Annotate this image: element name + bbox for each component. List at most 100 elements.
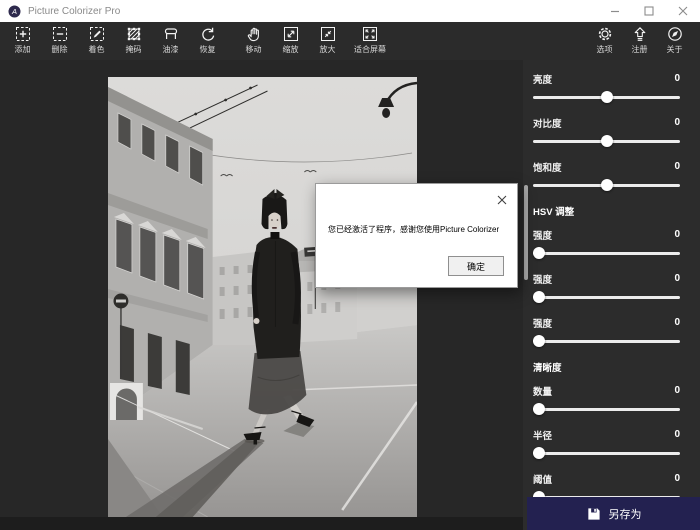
toolbar-group-1: 添加 删除 着色 掩码油漆恢复 xyxy=(4,22,226,55)
app-window: A Picture Colorizer Pro 添加 删除 着色 掩码油漆恢复 移动 缩放… xyxy=(0,0,700,530)
toolbar-button-restore[interactable]: 恢复 xyxy=(189,22,226,55)
slider-track-contrast[interactable] xyxy=(533,135,680,147)
toolbar-label-move: 移动 xyxy=(246,44,262,55)
slider-label-hsv-strength-1: 强度 xyxy=(533,228,552,242)
slider-value-hsv-strength-3: 0 xyxy=(674,317,680,328)
slider-bar-amount xyxy=(533,408,680,411)
toolbar-button-delete[interactable]: 删除 xyxy=(41,22,78,55)
slider-row-amount: 数量 0 xyxy=(533,384,680,397)
slider-thumb-saturation[interactable] xyxy=(601,179,613,191)
toolbar-group-right: 选项注册 关于 xyxy=(587,22,692,55)
slider-bar-hsv-strength-3 xyxy=(533,340,680,343)
fit-screen-icon xyxy=(361,25,379,43)
title-bar: A Picture Colorizer Pro xyxy=(0,0,700,22)
slider-row-saturation: 饱和度0 xyxy=(533,160,680,173)
toolbar-button-zoom[interactable]: 缩放 xyxy=(272,22,309,55)
toolbar-button-fit-screen[interactable]: 适合屏幕 xyxy=(346,22,394,55)
slider-value-hsv-strength-1: 0 xyxy=(674,229,680,240)
toolbar-button-mask[interactable]: 掩码 xyxy=(115,22,152,55)
toolbar-label-colorize: 着色 xyxy=(89,44,105,55)
slider-track-amount[interactable] xyxy=(533,403,680,415)
slider-thumb-hsv-strength-2[interactable] xyxy=(533,291,545,303)
slider-value-threshold: 0 xyxy=(674,473,680,484)
slider-track-hsv-strength-3[interactable] xyxy=(533,335,680,347)
slider-label-amount: 数量 xyxy=(533,384,552,398)
activation-dialog: 您已经激活了程序，感谢您使用Picture Colorizer 确定 xyxy=(315,183,518,288)
slider-thumb-hsv-strength-1[interactable] xyxy=(533,247,545,259)
adjustments-panel: 亮度0对比度0饱和度0HSV 调整强度0强度0强度0清晰度数量0半径0阈值0去噪… xyxy=(523,60,700,530)
toolbar-label-about: 关于 xyxy=(667,44,683,55)
toolbar-button-about[interactable]: 关于 xyxy=(657,22,692,55)
toolbar-label-delete: 删除 xyxy=(52,44,68,55)
zoom-expand-icon xyxy=(282,25,300,43)
compass-icon xyxy=(666,25,684,43)
slider-thumb-radius[interactable] xyxy=(533,447,545,459)
toolbar-label-register: 注册 xyxy=(632,44,648,55)
slider-label-threshold: 阈值 xyxy=(533,472,552,486)
slider-value-contrast: 0 xyxy=(674,117,680,128)
slider-group-hsv-strength-3: 强度 0 xyxy=(533,316,680,347)
toolbar-button-options[interactable]: 选项 xyxy=(587,22,622,55)
toolbar-button-colorize[interactable]: 着色 xyxy=(78,22,115,55)
close-icon[interactable] xyxy=(497,192,507,202)
activation-message: 您已经激活了程序，感谢您使用Picture Colorizer xyxy=(328,224,499,235)
save-as-label: 另存为 xyxy=(609,506,642,522)
slider-row-hsv-strength-2: 强度 0 xyxy=(533,272,680,285)
slider-group-amount: 数量 0 xyxy=(533,384,680,415)
slider-group-brightness: 亮度 0 xyxy=(533,72,680,103)
toolbar-label-zoom: 缩放 xyxy=(283,44,299,55)
toolbar-label-add: 添加 xyxy=(15,44,31,55)
slider-value-saturation: 0 xyxy=(674,161,680,172)
panel-scrollbar[interactable] xyxy=(524,185,528,280)
slider-track-radius[interactable] xyxy=(533,447,680,459)
slider-label-hsv-strength-3: 强度 xyxy=(533,316,552,330)
slider-thumb-contrast[interactable] xyxy=(601,135,613,147)
toolbar-button-paint[interactable]: 油漆 xyxy=(152,22,189,55)
paint-roller-icon xyxy=(162,25,180,43)
slider-value-hsv-strength-2: 0 xyxy=(674,273,680,284)
toolbar: 添加 删除 着色 掩码油漆恢复 移动 缩放 放大 适合屏幕 选项注册 关于 xyxy=(0,22,700,60)
toolbar-label-mask: 掩码 xyxy=(126,44,142,55)
slider-row-radius: 半径0 xyxy=(533,428,680,441)
mask-icon xyxy=(125,25,143,43)
slider-track-hsv-strength-1[interactable] xyxy=(533,247,680,259)
close-icon[interactable] xyxy=(678,6,688,16)
toolbar-button-add[interactable]: 添加 xyxy=(4,22,41,55)
svg-text:A: A xyxy=(11,7,17,16)
section-header-clarity: 清晰度 xyxy=(533,360,680,374)
slider-track-hsv-strength-2[interactable] xyxy=(533,291,680,303)
slider-label-hsv-strength-2: 强度 xyxy=(533,272,552,286)
maximize-icon[interactable] xyxy=(644,6,654,16)
toolbar-label-fit-screen: 适合屏幕 xyxy=(354,44,386,55)
photo-image xyxy=(108,77,417,517)
toolbar-button-magnify[interactable]: 放大 xyxy=(309,22,346,55)
add-selection-icon xyxy=(14,25,32,43)
slider-value-amount: 0 xyxy=(674,385,680,396)
slider-group-radius: 半径0 xyxy=(533,428,680,459)
section-header-hsv: HSV 调整 xyxy=(533,204,680,218)
save-as-button[interactable]: 另存为 xyxy=(527,497,700,530)
main-area: 亮度0对比度0饱和度0HSV 调整强度0强度0强度0清晰度数量0半径0阈值0去噪… xyxy=(0,60,700,530)
slider-track-brightness[interactable] xyxy=(533,91,680,103)
slider-bar-hsv-strength-1 xyxy=(533,252,680,255)
remove-selection-icon xyxy=(51,25,69,43)
ok-button[interactable]: 确定 xyxy=(448,256,504,276)
minimize-icon[interactable] xyxy=(610,6,620,16)
toolbar-button-register[interactable]: 注册 xyxy=(622,22,657,55)
toolbar-button-move[interactable]: 移动 xyxy=(235,22,272,55)
toolbar-label-restore: 恢复 xyxy=(200,44,216,55)
window-title: Picture Colorizer Pro xyxy=(28,6,610,17)
slider-value-brightness: 0 xyxy=(674,73,680,84)
slider-track-saturation[interactable] xyxy=(533,179,680,191)
register-arrow-icon xyxy=(631,25,649,43)
canvas-area xyxy=(0,60,523,530)
slider-thumb-hsv-strength-3[interactable] xyxy=(533,335,545,347)
slider-label-radius: 半径 xyxy=(533,428,552,442)
slider-thumb-brightness[interactable] xyxy=(601,91,613,103)
slider-group-saturation: 饱和度0 xyxy=(533,160,680,191)
slider-thumb-amount[interactable] xyxy=(533,403,545,415)
slider-row-brightness: 亮度 0 xyxy=(533,72,680,85)
slider-label-brightness: 亮度 xyxy=(533,72,552,86)
toolbar-label-magnify: 放大 xyxy=(320,44,336,55)
window-controls xyxy=(610,6,700,16)
